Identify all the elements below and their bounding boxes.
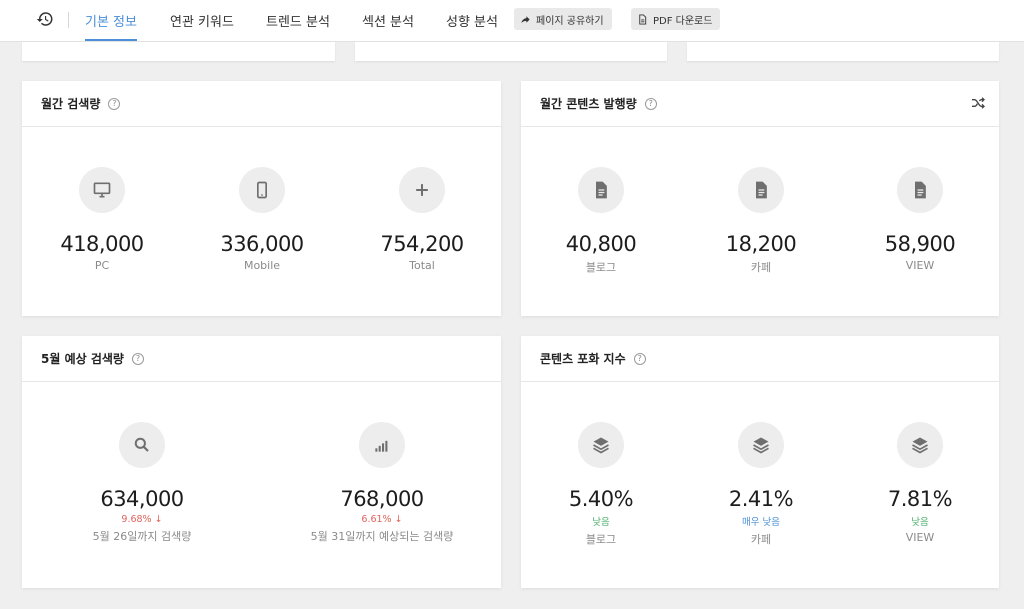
shuffle-icon[interactable] <box>970 95 986 111</box>
metric-value: 418,000 <box>60 232 144 256</box>
help-icon[interactable]: ? <box>633 352 646 365</box>
metric-label: 블로그 <box>585 533 617 546</box>
document-icon <box>578 167 624 213</box>
metric-search-to-date: 634,000 9.68% ↓ 5월 26일까지 검색량 <box>62 422 222 544</box>
card-header: 월간 검색량 ? <box>22 81 501 127</box>
document-icon <box>897 167 943 213</box>
card-header: 월간 콘텐츠 발행량 ? <box>521 81 999 127</box>
metric-label: 5월 26일까지 검색량 <box>92 530 192 543</box>
help-icon[interactable]: ? <box>644 97 657 110</box>
saturation-level: 낮음 <box>911 517 929 528</box>
card-title: 콘텐츠 포화 지수 <box>540 352 626 366</box>
metric-search-forecast: 768,000 6.61% ↓ 5월 31일까지 예상되는 검색량 <box>302 422 462 544</box>
metric-value: 768,000 <box>340 487 424 511</box>
decrease-rate: 9.68% ↓ <box>62 514 222 525</box>
history-icon[interactable] <box>36 10 54 28</box>
tab-basic-info[interactable]: 기본 정보 <box>85 11 137 30</box>
metric-saturation-view: 7.81% 낮음 VIEW <box>840 422 1000 544</box>
layers-icon <box>578 422 624 468</box>
card-title: 5월 예상 검색량 <box>41 352 124 366</box>
share-page-label: 페이지 공유하기 <box>536 15 604 27</box>
metric-value: 5.40% <box>568 487 634 511</box>
monthly-content-card: 월간 콘텐츠 발행량 ? 40,800 블로그 18,200 카페 58,900… <box>521 81 999 316</box>
card-above-3 <box>687 42 999 61</box>
metric-label: Mobile <box>243 259 281 272</box>
share-page-button[interactable]: 페이지 공유하기 <box>514 8 612 30</box>
card-header: 5월 예상 검색량 ? <box>22 336 501 382</box>
metric-blog: 40,800 블로그 <box>521 167 681 275</box>
metric-value: 634,000 <box>100 487 184 511</box>
card-above-2 <box>355 42 667 61</box>
pdf-download-button[interactable]: PDF 다운로드 <box>631 8 721 30</box>
metric-value: 2.41% <box>728 487 794 511</box>
metric-label: VIEW <box>905 531 935 544</box>
metric-value: 58,900 <box>884 232 956 256</box>
file-icon <box>639 13 647 25</box>
decrease-rate: 6.61% ↓ <box>302 514 462 525</box>
help-icon[interactable]: ? <box>108 97 121 110</box>
saturation-level: 낮음 <box>592 517 610 528</box>
metric-label: Total <box>409 259 435 272</box>
card-header: 콘텐츠 포화 지수 ? <box>521 336 999 382</box>
card-title: 월간 콘텐츠 발행량 <box>540 97 637 111</box>
metric-saturation-blog: 5.40% 낮음 블로그 <box>521 422 681 547</box>
monitor-icon <box>79 167 125 213</box>
smartphone-icon <box>239 167 285 213</box>
card-above-1 <box>22 42 335 61</box>
active-tab-indicator <box>85 39 137 41</box>
metric-value: 7.81% <box>887 487 953 511</box>
nav-divider <box>68 12 69 28</box>
search-icon <box>119 422 165 468</box>
saturation-level: 매우 낮음 <box>742 517 780 528</box>
layers-icon <box>738 422 784 468</box>
metric-label: VIEW <box>905 259 935 272</box>
card-title: 월간 검색량 <box>41 97 101 111</box>
metric-label: PC <box>94 259 110 272</box>
metric-value: 336,000 <box>220 232 304 256</box>
tab-trend-analysis[interactable]: 트렌드 분석 <box>266 11 330 30</box>
forecast-search-card: 5월 예상 검색량 ? 634,000 9.68% ↓ 5월 26일까지 검색량… <box>22 336 501 588</box>
decrease-rate-value: 6.61% <box>361 514 392 525</box>
metric-label: 카페 <box>750 533 772 546</box>
metric-pc: 418,000 PC <box>22 167 182 272</box>
signal-bars-icon <box>359 422 405 468</box>
content-saturation-card: 콘텐츠 포화 지수 ? 5.40% 낮음 블로그 2.41% 매우 낮음 카페 … <box>521 336 999 588</box>
plus-icon <box>399 167 445 213</box>
metric-label: 블로그 <box>585 261 617 274</box>
metric-value: 18,200 <box>725 232 797 256</box>
metric-saturation-cafe: 2.41% 매우 낮음 카페 <box>681 422 841 547</box>
monthly-search-card: 월간 검색량 ? 418,000 PC 336,000 Mobile 754,2… <box>22 81 501 316</box>
tab-section-analysis[interactable]: 섹션 분석 <box>362 11 414 30</box>
metric-label: 카페 <box>750 261 772 274</box>
metric-mobile: 336,000 Mobile <box>182 167 342 272</box>
share-arrow-icon <box>521 15 530 23</box>
tab-tendency-analysis[interactable]: 성향 분석 <box>446 11 498 30</box>
decrease-rate-value: 9.68% <box>121 514 152 525</box>
top-nav: 기본 정보 연관 키워드 트렌드 분석 섹션 분석 성향 분석 페이지 공유하기… <box>0 0 1024 42</box>
arrow-down-icon: ↓ <box>391 514 403 525</box>
metric-value: 40,800 <box>565 232 637 256</box>
metric-label: 5월 31일까지 예상되는 검색량 <box>310 530 454 543</box>
help-icon[interactable]: ? <box>131 352 144 365</box>
document-icon <box>738 167 784 213</box>
metric-view: 58,900 VIEW <box>840 167 1000 272</box>
metric-cafe: 18,200 카페 <box>681 167 841 275</box>
metric-value: 754,200 <box>380 232 464 256</box>
tab-related-keywords[interactable]: 연관 키워드 <box>170 11 234 30</box>
metric-total: 754,200 Total <box>342 167 502 272</box>
pdf-download-label: PDF 다운로드 <box>653 15 713 27</box>
arrow-down-icon: ↓ <box>151 514 163 525</box>
layers-icon <box>897 422 943 468</box>
